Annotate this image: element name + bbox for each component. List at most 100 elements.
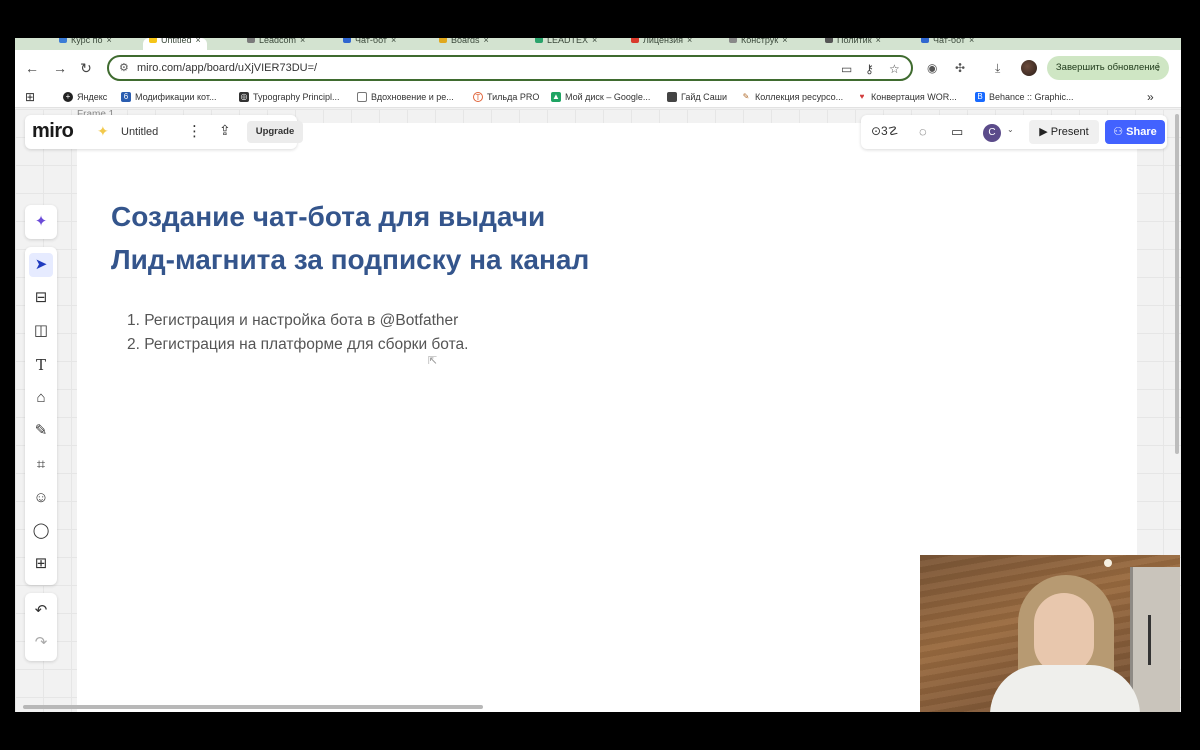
download-icon[interactable]: ⤓ bbox=[995, 61, 1000, 76]
ai-sparkle-icon[interactable]: ✦ bbox=[29, 210, 53, 234]
chevron-down-icon[interactable]: ⌄ bbox=[1007, 125, 1014, 134]
profile-avatar[interactable] bbox=[1021, 60, 1037, 76]
site-settings-icon[interactable]: ⚙ bbox=[119, 61, 129, 74]
close-icon[interactable]: × bbox=[484, 38, 489, 45]
shapes-icon[interactable]: ⌂ bbox=[29, 386, 53, 410]
board-header: miro ✦ Untitled ⋮ ⇪ Upgrade bbox=[25, 115, 303, 149]
sticker-icon[interactable]: ☺ bbox=[29, 486, 53, 510]
tab-chatbot[interactable]: Чат-бот × bbox=[343, 38, 396, 50]
tab-leadcom[interactable]: Leadcom × bbox=[247, 38, 305, 50]
comments-icon[interactable]: ◌ bbox=[919, 124, 927, 139]
vertical-scrollbar[interactable] bbox=[1175, 114, 1179, 454]
presenter-face bbox=[1034, 593, 1094, 673]
folder-icon bbox=[357, 92, 367, 102]
ai-toolbox: ✦ bbox=[25, 205, 57, 239]
sparkle-icon[interactable]: ✦ bbox=[97, 123, 109, 140]
address-bar[interactable]: ⚙ miro.com/app/board/uXjVIER73DU=/ ▭ ⚷ ☆ bbox=[107, 55, 913, 81]
close-icon[interactable]: × bbox=[782, 38, 787, 45]
add-more-icon[interactable]: ⊞ bbox=[29, 552, 53, 576]
globe-icon[interactable]: ◉ bbox=[927, 61, 937, 75]
yandex-icon: + bbox=[63, 92, 73, 102]
bookmark-behance[interactable]: B Behance :: Graphic... bbox=[975, 90, 1074, 104]
templates-icon[interactable]: ⊟ bbox=[29, 286, 53, 310]
more-vertical-icon[interactable]: ⋮ bbox=[1153, 56, 1163, 80]
finish-update-button[interactable]: Завершить обновление ⋮ bbox=[1047, 56, 1169, 80]
collaboration-toolbar: ⊙3☡ ◌ ▭ C ⌄ ▶ Present ⚇ Share bbox=[861, 115, 1167, 149]
tab-untitled[interactable]: Untitled × bbox=[143, 38, 207, 50]
browser-tab-strip: Курс по × Untitled × Leadcom × Чат-бот × Boa… bbox=[15, 38, 1181, 50]
bookmark-convert[interactable]: ♥ Конвертация WOR... bbox=[857, 90, 957, 104]
reactions-icon[interactable]: ⊙3☡ bbox=[871, 124, 899, 138]
users-icon: ⚇ bbox=[1113, 126, 1127, 138]
guide-icon bbox=[667, 92, 677, 102]
tab-license[interactable]: Лицензия × bbox=[631, 38, 692, 50]
tab-boards[interactable]: Boards × bbox=[439, 38, 489, 50]
clipboard-icon[interactable]: ▭ bbox=[841, 62, 852, 76]
text-icon[interactable]: T bbox=[29, 353, 53, 377]
back-arrow-icon[interactable]: ← bbox=[23, 60, 41, 76]
close-icon[interactable]: × bbox=[300, 38, 305, 45]
avatar[interactable]: C bbox=[983, 124, 1001, 142]
tab-constructor[interactable]: Конструк × bbox=[729, 38, 787, 50]
tab-favicon-icon bbox=[631, 38, 639, 43]
bookmark-google-drive[interactable]: ▲ Мой диск – Google... bbox=[551, 90, 650, 104]
url-text[interactable]: miro.com/app/board/uXjVIER73DU=/ bbox=[137, 62, 317, 74]
export-upload-icon[interactable]: ⇪ bbox=[219, 122, 231, 139]
bookmark-collection[interactable]: ✎ Коллекция ресурсо... bbox=[741, 90, 843, 104]
close-icon[interactable]: × bbox=[391, 38, 396, 45]
bookmark-modifications[interactable]: 6 Модификации кот... bbox=[121, 90, 216, 104]
bookmark-guide[interactable]: Гайд Саши bbox=[667, 90, 727, 104]
close-icon[interactable]: × bbox=[196, 38, 201, 45]
close-icon[interactable]: × bbox=[592, 38, 597, 45]
steps-list[interactable]: 1. Регистрация и настройка бота в @Botfa… bbox=[127, 309, 468, 357]
pen-icon[interactable]: ✎ bbox=[29, 419, 53, 443]
close-icon[interactable]: × bbox=[876, 38, 881, 45]
behance-icon: B bbox=[975, 92, 985, 102]
select-cursor-icon[interactable]: ➤ bbox=[29, 253, 53, 277]
video-call-icon[interactable]: ▭ bbox=[951, 124, 963, 140]
convert-icon: ♥ bbox=[857, 92, 867, 102]
tilda-icon: 6 bbox=[121, 92, 131, 102]
forward-arrow-icon[interactable]: → bbox=[51, 60, 69, 76]
more-bookmarks-icon[interactable]: » bbox=[1147, 90, 1154, 104]
close-icon[interactable]: × bbox=[687, 38, 692, 45]
extensions-puzzle-icon[interactable]: ✣ bbox=[955, 61, 965, 75]
bookmark-star-icon[interactable]: ☆ bbox=[889, 62, 900, 76]
board-title[interactable]: Untitled bbox=[121, 126, 158, 138]
webcam-video bbox=[920, 555, 1180, 712]
collection-icon: ✎ bbox=[741, 92, 751, 102]
present-button[interactable]: ▶ Present bbox=[1029, 120, 1099, 144]
tab-favicon-icon bbox=[439, 38, 447, 43]
apps-grid-icon[interactable]: ⊞ bbox=[25, 90, 35, 104]
ceiling-lamp bbox=[1104, 559, 1112, 567]
more-vertical-icon[interactable]: ⋮ bbox=[187, 122, 202, 140]
miro-logo[interactable]: miro bbox=[32, 120, 74, 143]
bookmark-yandex[interactable]: + Яндекс bbox=[63, 90, 107, 104]
list-item: 1. Регистрация и настройка бота в @Botfa… bbox=[127, 312, 459, 329]
tab-chatbot-2[interactable]: Чат-бот × bbox=[921, 38, 974, 50]
horizontal-scrollbar[interactable] bbox=[23, 705, 483, 709]
comment-icon[interactable]: ◯ bbox=[29, 519, 53, 543]
tab-leadtex[interactable]: LEADTEX × bbox=[535, 38, 597, 50]
close-icon[interactable]: × bbox=[969, 38, 974, 45]
tilda-pro-icon: T bbox=[473, 92, 483, 102]
list-item: 2. Регистрация на платформе для сборки б… bbox=[127, 336, 469, 353]
frame-icon[interactable]: ⌗ bbox=[29, 453, 53, 477]
password-key-icon[interactable]: ⚷ bbox=[865, 62, 874, 76]
bookmark-tilda-pro[interactable]: T Тильда PRO bbox=[473, 90, 539, 104]
close-icon[interactable]: × bbox=[107, 38, 112, 45]
tab-favicon-icon bbox=[729, 38, 737, 43]
bookmark-typography[interactable]: ◎ Typography Principl... bbox=[239, 90, 340, 104]
upgrade-button[interactable]: Upgrade bbox=[247, 121, 303, 143]
share-button[interactable]: ⚇ Share bbox=[1105, 120, 1165, 144]
tab-policy[interactable]: Политик × bbox=[825, 38, 881, 50]
redo-icon[interactable]: ↷ bbox=[29, 631, 53, 655]
bookmark-inspiration[interactable]: Вдохновение и ре... bbox=[357, 90, 454, 104]
tab-kurs[interactable]: Курс по × bbox=[59, 38, 112, 50]
bookmarks-bar: ⊞ + Яндекс 6 Модификации кот... ◎ Typograph… bbox=[15, 86, 1181, 108]
slide-title[interactable]: Создание чат-бота для выдачи Лид-магнита… bbox=[111, 195, 811, 281]
tools-toolbar: ➤ ⊟ ◫ T ⌂ ✎ ⌗ ☺ ◯ ⊞ bbox=[25, 247, 57, 585]
reload-icon[interactable]: ↻ bbox=[77, 60, 95, 77]
undo-icon[interactable]: ↶ bbox=[29, 599, 53, 623]
sticky-note-icon[interactable]: ◫ bbox=[29, 319, 53, 343]
